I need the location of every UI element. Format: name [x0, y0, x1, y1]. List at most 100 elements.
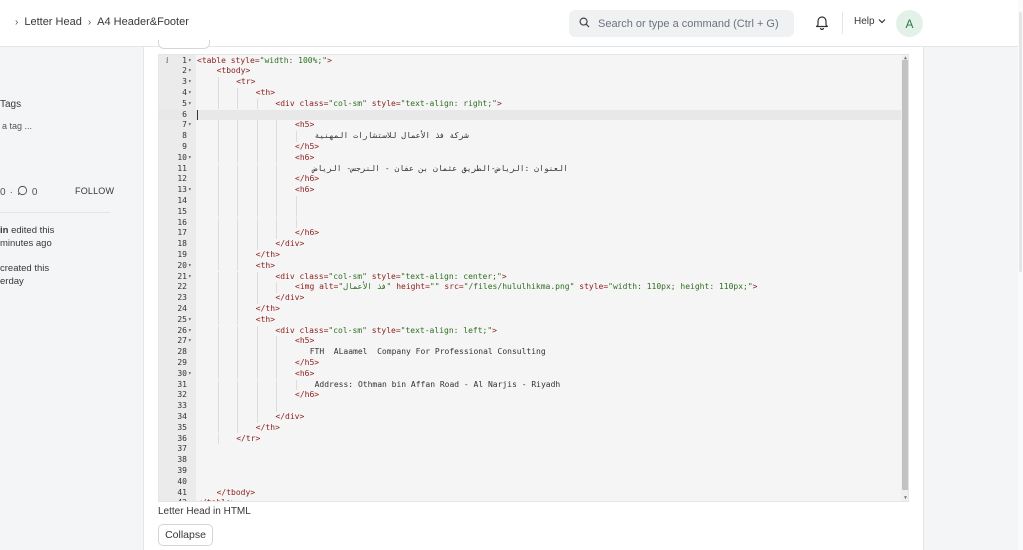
code-line[interactable]: 39: [159, 466, 901, 477]
indent-guide: [256, 357, 258, 369]
code-line[interactable]: 2 ▾ <tbody>: [159, 66, 901, 77]
comment-icon[interactable]: [17, 185, 28, 199]
indent-guide: [276, 357, 278, 369]
fold-arrow-icon[interactable]: ▾: [188, 77, 192, 88]
add-tag-link[interactable]: a tag ...: [2, 121, 32, 131]
fold-arrow-icon[interactable]: ▾: [188, 56, 192, 67]
code-line[interactable]: 32 </h6>: [159, 390, 901, 402]
code-line[interactable]: 25 ▾ <th>: [159, 314, 901, 326]
code-line[interactable]: 10 ▾ <h6>: [159, 152, 901, 164]
code-line[interactable]: 31 Address: Othman bin Affan Road - Al Na…: [159, 379, 901, 391]
fold-arrow-icon[interactable]: ▾: [188, 261, 192, 272]
fold-arrow-icon[interactable]: ▾: [188, 272, 192, 283]
code-line[interactable]: 41 </tbody>: [159, 488, 901, 499]
code-text: </h6>: [295, 390, 320, 400]
fold-arrow-icon[interactable]: ▾: [188, 336, 192, 347]
code-text: <div class="col-sm" style="text-align: c…: [275, 271, 507, 281]
code-line[interactable]: 26 ▾ <div class="col-sm" style="text-align…: [159, 325, 901, 337]
indent-guide: [256, 336, 258, 348]
code-line[interactable]: 19 </th>: [159, 249, 901, 261]
indent-guide: [237, 120, 239, 132]
fold-arrow-icon[interactable]: ▾: [188, 153, 192, 164]
editor-scrollbar-thumb[interactable]: [902, 60, 908, 490]
fold-arrow-icon[interactable]: ▾: [188, 315, 192, 326]
page-scrollbar[interactable]: [1018, 0, 1023, 550]
indent-guide: [256, 239, 258, 250]
indent-guide: [276, 228, 278, 240]
indent-guide: [276, 163, 278, 175]
fold-arrow-icon[interactable]: ▾: [188, 66, 192, 77]
breadcrumb-item-current[interactable]: A4 Header&Footer: [97, 16, 189, 28]
code-line[interactable]: 38: [159, 455, 901, 466]
code-line[interactable]: 35 </th>: [159, 422, 901, 434]
code-line[interactable]: 40: [159, 477, 901, 488]
code-line[interactable]: 8 شركة فذ الأعمال للاستشارات المهنية: [159, 131, 901, 142]
sidebar: Tags a tag ... 0 · 0 FOLLOW in edited th…: [0, 47, 143, 550]
bell-icon[interactable]: [815, 14, 829, 35]
code-text: <h6>: [295, 185, 315, 195]
fold-arrow-icon[interactable]: ▾: [188, 326, 192, 337]
code-line[interactable]: 7 ▾ <h5>: [159, 120, 901, 132]
code-line[interactable]: 16: [159, 217, 901, 229]
code-text: </h5>: [295, 141, 320, 151]
scroll-down-arrow-icon[interactable]: ▼: [901, 495, 908, 501]
code-line[interactable]: 22 <img alt="فذ الأعمال" height="" src="/…: [159, 282, 901, 294]
code-line[interactable]: 17 </h6>: [159, 228, 901, 240]
code-line[interactable]: 23 </div>: [159, 293, 901, 304]
indent-guide: [237, 271, 239, 283]
line-number: 42: [159, 498, 187, 501]
code-line[interactable]: 3 ▾ <tr>: [159, 77, 901, 88]
breadcrumb-item-letter-head[interactable]: Letter Head: [24, 16, 81, 28]
fold-arrow-icon[interactable]: ▾: [188, 88, 192, 99]
code-line[interactable]: 30 ▾ <h6>: [159, 368, 901, 380]
partial-button[interactable]: [158, 40, 210, 49]
code-editor[interactable]: i 1 ▾ <table style="width: 100%;"> 2 ▾ <tbody…: [158, 54, 909, 502]
line-number: 21: [177, 271, 187, 281]
help-dropdown[interactable]: Help: [854, 16, 886, 27]
code-line[interactable]: 5 ▾ <div class="col-sm" style="text-align:…: [159, 98, 901, 110]
fold-arrow-icon[interactable]: ▾: [188, 120, 192, 131]
code-line[interactable]: 1 ▾ <table style="width: 100%;">: [159, 56, 901, 67]
like-count[interactable]: 0: [0, 187, 6, 198]
indent-guide: [256, 206, 258, 218]
collapse-button[interactable]: Collapse: [158, 524, 213, 546]
code-line[interactable]: 33: [159, 401, 901, 412]
editor-scrollbar[interactable]: ▲ ▼: [901, 55, 908, 501]
fold-arrow-icon[interactable]: ▾: [188, 185, 192, 196]
code-line[interactable]: 42 </table>: [159, 498, 901, 501]
field-caption: Letter Head in HTML: [158, 506, 251, 517]
code-line[interactable]: 14: [159, 195, 901, 207]
code-line[interactable]: 28 FTH ALaamel Company For Professional C…: [159, 347, 901, 358]
follow-button[interactable]: FOLLOW: [75, 186, 114, 196]
indent-guide: [217, 174, 219, 186]
fold-arrow-icon[interactable]: ▾: [188, 99, 192, 110]
search-bar[interactable]: Search or type a command (Ctrl + G): [569, 10, 794, 37]
code-line[interactable]: 24 </th>: [159, 303, 901, 315]
code-line[interactable]: 4 ▾ <th>: [159, 87, 901, 99]
code-line[interactable]: 11 العنوان :الرياض-الطريق عثمان بن عفان -…: [159, 163, 901, 175]
fold-arrow-icon[interactable]: ▾: [188, 369, 192, 380]
code-line[interactable]: 9 </h5>: [159, 141, 901, 153]
code-line[interactable]: 27 ▾ <h5>: [159, 336, 901, 348]
code-line[interactable]: 15: [159, 206, 901, 218]
indent-guide: [276, 347, 278, 358]
indent-guide: [276, 390, 278, 402]
page-scrollbar-thumb[interactable]: [1019, 12, 1022, 272]
code-line[interactable]: 34 </div>: [159, 411, 901, 423]
code-line[interactable]: 12 </h6>: [159, 174, 901, 186]
code-line[interactable]: 20 ▾ <th>: [159, 260, 901, 272]
code-line[interactable]: 36 </tr>: [159, 433, 901, 445]
code-line[interactable]: 18 </div>: [159, 239, 901, 250]
code-text: <img alt="فذ الأعمال" height="" src="/fi…: [295, 282, 758, 292]
code-line[interactable]: 13 ▾ <h6>: [159, 185, 901, 196]
code-line[interactable]: 29 </h5>: [159, 357, 901, 369]
indent-guide: [217, 314, 219, 326]
indent-guide: [237, 368, 239, 380]
avatar[interactable]: A: [896, 10, 923, 37]
code-line[interactable]: 21 ▾ <div class="col-sm" style="text-align…: [159, 271, 901, 283]
indent-guide: [237, 152, 239, 164]
code-line[interactable]: 37: [159, 444, 901, 455]
code-line[interactable]: 6: [159, 109, 901, 121]
chevron-right-icon: ›: [15, 16, 19, 28]
code-text: </h6>: [295, 228, 320, 238]
